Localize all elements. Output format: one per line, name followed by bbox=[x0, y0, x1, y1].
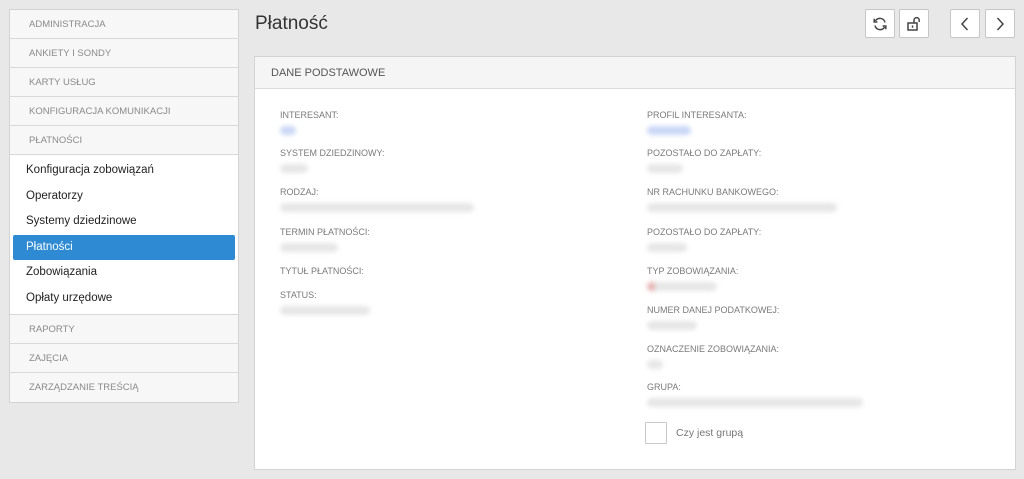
field-value-redacted[interactable] bbox=[647, 126, 691, 135]
basic-data-panel: DANE PODSTAWOWE INTERESANT: SYSTEM DZIED… bbox=[254, 56, 1016, 470]
field-label: POZOSTAŁO DO ZAPŁATY: bbox=[647, 227, 762, 237]
field-rodzaj: RODZAJ: bbox=[280, 187, 474, 212]
field-label: STATUS: bbox=[280, 290, 317, 300]
field-value-redacted bbox=[647, 398, 863, 407]
refresh-button[interactable] bbox=[865, 9, 895, 38]
field-nr-rachunku-bankowego: NR RACHUNKU BANKOWEGO: bbox=[647, 187, 837, 212]
is-group-checkbox-label: Czy jest grupą bbox=[676, 427, 744, 439]
field-value-redacted bbox=[647, 243, 687, 252]
field-value-redacted bbox=[647, 321, 697, 330]
field-typ-zobowiazania: TYP ZOBOWIĄZANIA: bbox=[647, 266, 738, 291]
field-value-redacted[interactable] bbox=[280, 126, 296, 135]
field-value-redacted bbox=[280, 306, 370, 315]
field-oznaczenie-zobowiazania: OZNACZENIE ZOBOWIĄZANIA: bbox=[647, 344, 779, 369]
sidebar-section-karty-uslug[interactable]: KARTY USŁUG bbox=[10, 68, 238, 97]
field-value-redacted bbox=[280, 203, 474, 212]
field-label: TYTUŁ PŁATNOŚCI: bbox=[280, 266, 364, 276]
field-tytul-platnosci: TYTUŁ PŁATNOŚCI: bbox=[280, 266, 364, 276]
sidebar-section-platnosci[interactable]: PŁATNOŚCI bbox=[10, 126, 238, 155]
chevron-left-icon bbox=[958, 16, 972, 32]
field-termin-platnosci: TERMIN PŁATNOŚCI: bbox=[280, 227, 370, 252]
field-pozostalo-do-zaplaty-2: POZOSTAŁO DO ZAPŁATY: bbox=[647, 227, 761, 252]
field-label: POZOSTAŁO DO ZAPŁATY: bbox=[647, 148, 762, 158]
field-grupa: GRUPA: bbox=[647, 382, 863, 407]
is-group-checkbox-row: Czy jest grupą bbox=[645, 422, 743, 444]
field-label: PROFIL INTERESANTA: bbox=[647, 110, 747, 120]
field-value-redacted bbox=[647, 360, 663, 369]
sidebar: ADMINISTRACJA ANKIETY I SONDY KARTY USŁU… bbox=[9, 9, 239, 403]
field-label: INTERESANT: bbox=[280, 110, 339, 120]
sidebar-section-zarzadzanie-trescia[interactable]: ZARZĄDZANIE TREŚCIĄ bbox=[10, 373, 238, 402]
field-value-redacted bbox=[647, 164, 683, 173]
page-title: Płatność bbox=[255, 13, 328, 34]
unlock-icon bbox=[906, 16, 922, 32]
panel-title: DANE PODSTAWOWE bbox=[255, 57, 1015, 89]
sidebar-section-zajecia[interactable]: ZAJĘCIA bbox=[10, 344, 238, 373]
field-label: GRUPA: bbox=[647, 382, 681, 392]
field-value-redacted bbox=[280, 243, 338, 252]
field-pozostalo-do-zaplaty-1: POZOSTAŁO DO ZAPŁATY: bbox=[647, 148, 761, 173]
sidebar-item-oplaty-urzedowe[interactable]: Opłaty urzędowe bbox=[13, 286, 235, 312]
field-label: TERMIN PŁATNOŚCI: bbox=[280, 227, 370, 237]
field-value-redacted bbox=[647, 282, 717, 291]
sidebar-submenu: Konfiguracja zobowiązań Operatorzy Syste… bbox=[10, 155, 238, 315]
field-label: NUMER DANEJ PODATKOWEJ: bbox=[647, 305, 780, 315]
sidebar-item-systemy-dziedzinowe[interactable]: Systemy dziedzinowe bbox=[13, 209, 235, 235]
field-label: TYP ZOBOWIĄZANIA: bbox=[647, 266, 739, 276]
refresh-icon bbox=[872, 16, 888, 32]
field-status: STATUS: bbox=[280, 290, 370, 315]
next-button[interactable] bbox=[985, 9, 1015, 38]
sidebar-item-operatorzy[interactable]: Operatorzy bbox=[13, 184, 235, 210]
is-group-checkbox[interactable] bbox=[645, 422, 667, 444]
sidebar-section-konfiguracja-komunikacji[interactable]: KONFIGURACJA KOMUNIKACJI bbox=[10, 97, 238, 126]
field-interesant: INTERESANT: bbox=[280, 110, 339, 135]
unlock-button[interactable] bbox=[899, 9, 929, 38]
field-value-redacted bbox=[647, 203, 837, 212]
sidebar-section-administracja[interactable]: ADMINISTRACJA bbox=[10, 10, 238, 39]
field-label: SYSTEM DZIEDZINOWY: bbox=[280, 148, 385, 158]
previous-button[interactable] bbox=[950, 9, 980, 38]
field-label: RODZAJ: bbox=[280, 187, 319, 197]
sidebar-item-konfiguracja-zobowiazan[interactable]: Konfiguracja zobowiązań bbox=[13, 158, 235, 184]
sidebar-item-platnosci[interactable]: Płatności bbox=[13, 234, 235, 260]
field-system-dziedzinowy: SYSTEM DZIEDZINOWY: bbox=[280, 148, 385, 173]
field-label: OZNACZENIE ZOBOWIĄZANIA: bbox=[647, 344, 780, 354]
field-label: NR RACHUNKU BANKOWEGO: bbox=[647, 187, 779, 197]
sidebar-item-zobowiazania[interactable]: Zobowiązania bbox=[13, 260, 235, 286]
field-numer-danej-podatkowej: NUMER DANEJ PODATKOWEJ: bbox=[647, 305, 779, 330]
sidebar-section-ankiety[interactable]: ANKIETY I SONDY bbox=[10, 39, 238, 68]
field-profil-interesanta: PROFIL INTERESANTA: bbox=[647, 110, 747, 135]
chevron-right-icon bbox=[993, 16, 1007, 32]
sidebar-section-raporty[interactable]: RAPORTY bbox=[10, 315, 238, 344]
field-value-redacted bbox=[280, 164, 308, 173]
